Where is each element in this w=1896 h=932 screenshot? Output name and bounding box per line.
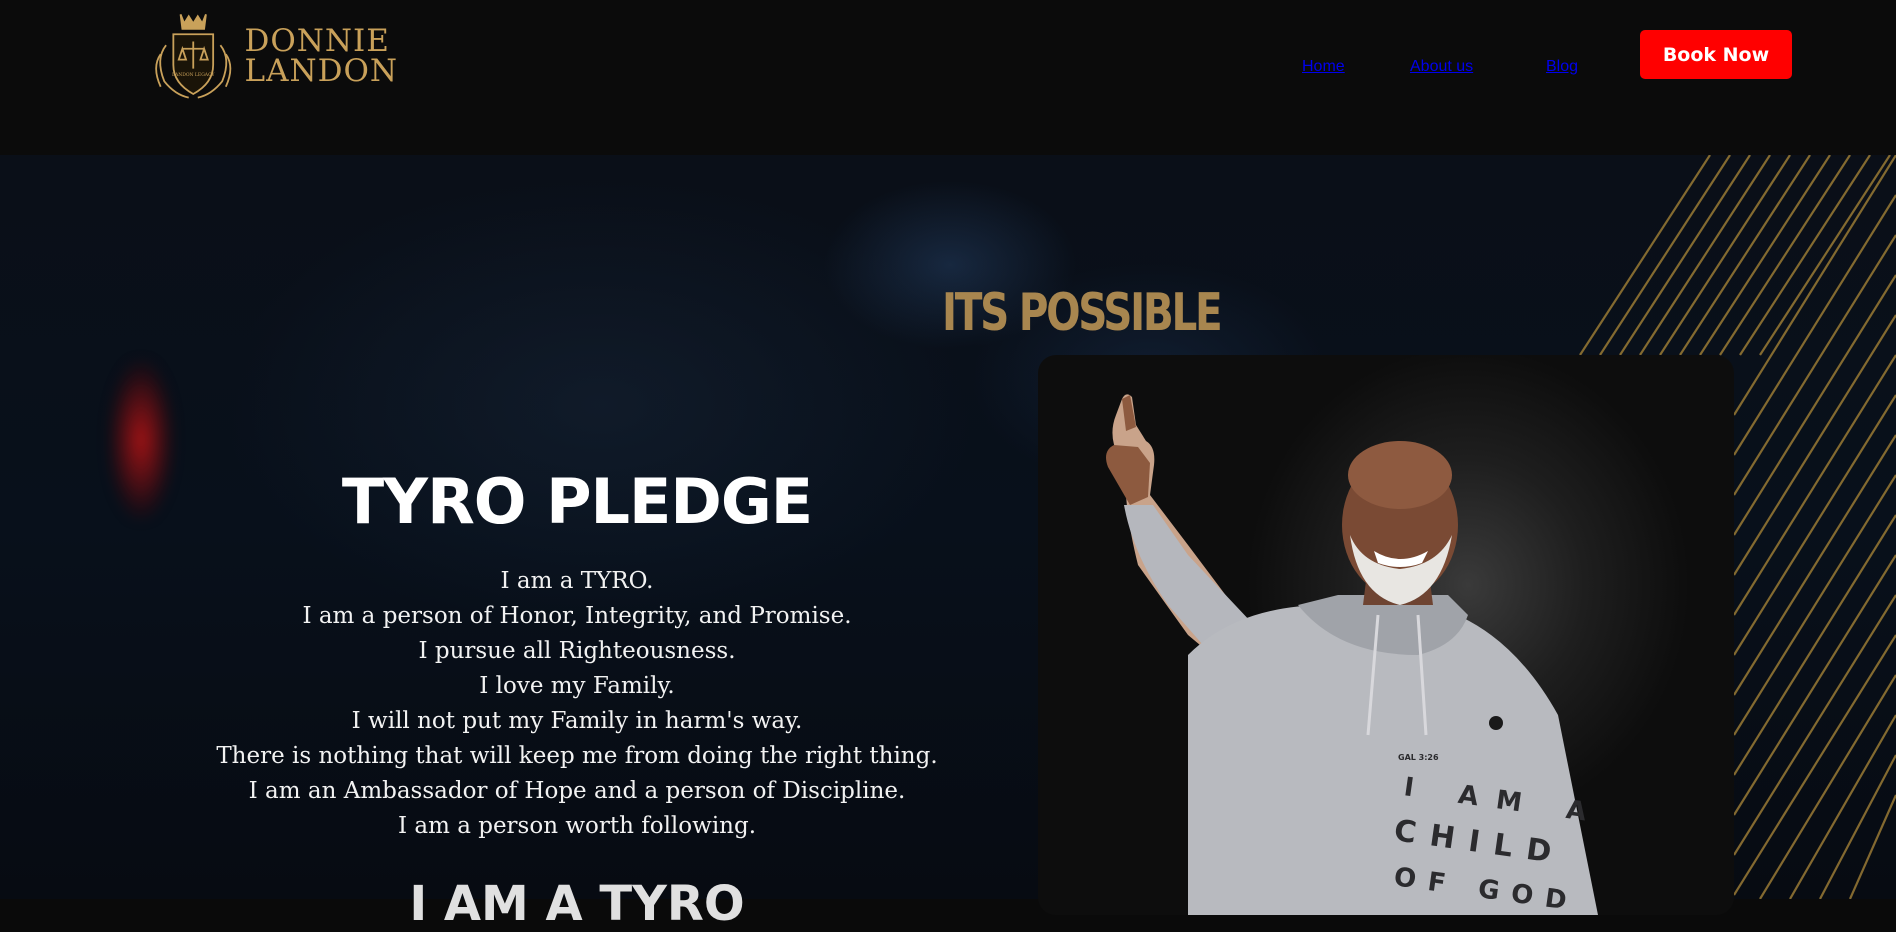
pledge-line: I am a person worth following. [397, 813, 757, 839]
pledge-line: I am a person of Honor, Integrity, and P… [302, 603, 852, 629]
logo[interactable]: LANDON LEGACY DONNIE LANDON [148, 4, 398, 108]
svg-text:GAL 3:26: GAL 3:26 [1398, 753, 1439, 762]
red-light-glow [108, 360, 174, 520]
pledge-text: I am a TYRO. I am a person of Honor, Int… [200, 564, 954, 844]
pledge-line: I will not put my Family in harm's way. [351, 708, 803, 734]
logo-text: DONNIE LANDON [244, 23, 399, 89]
its-possible-heading: ITS POSSIBLE [942, 283, 1223, 343]
pledge-line: I pursue all Righteousness. [418, 638, 736, 664]
pledge-line: I love my Family. [479, 673, 675, 699]
man-pointing-up-image: GAL 3:26 I AM A CHILD OF GOD [1106, 394, 1606, 915]
logo-line-1: DONNIE [244, 23, 390, 59]
pledge-line: I am a TYRO. [500, 568, 654, 594]
tyro-pledge-title: TYRO PLEDGE [341, 465, 813, 538]
pledge-line: I am an Ambassador of Hope and a person … [248, 778, 906, 804]
crest-logo-icon: LANDON LEGACY [155, 14, 232, 99]
i-am-a-tyro-heading: I AM A TYRO [409, 876, 745, 932]
svg-text:LANDON LEGACY: LANDON LEGACY [172, 72, 216, 78]
portrait-card: GAL 3:26 I AM A CHILD OF GOD [1038, 355, 1734, 915]
book-now-button[interactable]: Book Now [1640, 30, 1792, 79]
pledge-line: There is nothing that will keep me from … [216, 743, 938, 769]
logo-line-2: LANDON [244, 53, 398, 89]
site-header: LANDON LEGACY DONNIE LANDON Home About u… [0, 0, 1896, 155]
